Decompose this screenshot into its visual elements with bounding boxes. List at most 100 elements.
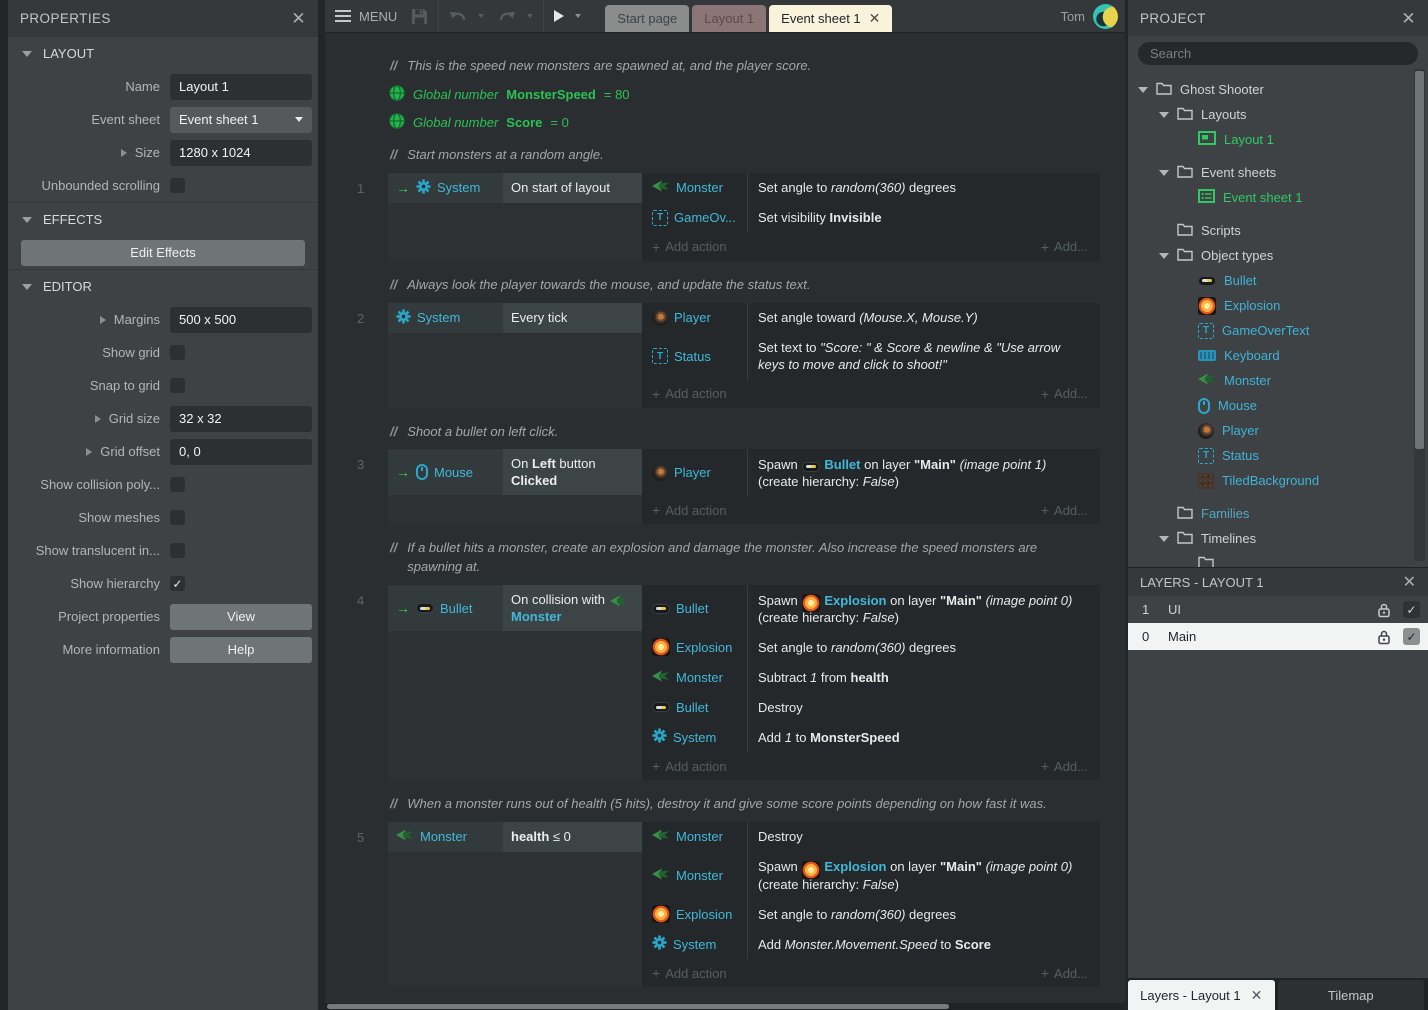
- prop-checkbox-show-meshes[interactable]: [170, 510, 185, 525]
- condition-column[interactable]: →System On start of layout: [388, 173, 642, 261]
- tree-item-gameovertext[interactable]: TGameOverText: [1128, 318, 1428, 343]
- tab-start-page[interactable]: Start page: [605, 5, 689, 32]
- save-button[interactable]: [409, 8, 430, 25]
- add-more-link[interactable]: + Add...: [1041, 502, 1088, 518]
- tree-item-layout-1[interactable]: Layout 1: [1128, 127, 1428, 152]
- tree-item-scripts[interactable]: Scripts: [1128, 218, 1428, 243]
- tree-item-timelines[interactable]: Timelines: [1128, 526, 1428, 551]
- prop-input-name[interactable]: Layout 1: [170, 74, 312, 100]
- menu-button[interactable]: MENU: [333, 9, 399, 24]
- tree-item-families[interactable]: Families: [1128, 501, 1428, 526]
- add-more-link[interactable]: + Add...: [1041, 386, 1088, 402]
- comment-row[interactable]: //Always look the player towards the mou…: [390, 276, 1095, 295]
- edit-effects-button[interactable]: Edit Effects: [21, 240, 305, 266]
- search-input[interactable]: Search: [1138, 42, 1418, 65]
- tree-item-event-sheets[interactable]: Event sheets: [1128, 160, 1428, 185]
- action-row[interactable]: TGameOv...Set visibility Invisible: [642, 203, 1100, 233]
- lock-icon[interactable]: [1377, 629, 1395, 645]
- tree-item-bullet[interactable]: Bullet: [1128, 268, 1428, 293]
- tree-item-mouse[interactable]: Mouse: [1128, 393, 1428, 418]
- expander-icon[interactable]: [1159, 112, 1169, 118]
- action-row[interactable]: PlayerSpawn Bullet on layer "Main" (imag…: [642, 449, 1100, 496]
- condition-column[interactable]: →Mouse On Left button Clicked: [388, 449, 642, 524]
- comment-row[interactable]: //This is the speed new monsters are spa…: [390, 57, 1095, 76]
- action-row[interactable]: ExplosionSet angle to random(360) degree…: [642, 632, 1100, 662]
- redo-button[interactable]: [496, 10, 535, 23]
- tree-item-event-sheet-1[interactable]: Event sheet 1: [1128, 185, 1428, 210]
- section-header-editor[interactable]: EDITOR: [8, 269, 318, 303]
- prop-checkbox-snap-to-grid[interactable]: [170, 378, 185, 393]
- comment-row[interactable]: //Shoot a bullet on left click.: [390, 423, 1095, 442]
- expander-icon[interactable]: [1159, 170, 1169, 176]
- add-action-link[interactable]: + Add action: [652, 239, 727, 255]
- section-header-effects[interactable]: EFFECTS: [8, 202, 318, 236]
- global-variable-score[interactable]: Global numberScore= 0: [389, 113, 1125, 132]
- help-button[interactable]: Help: [170, 637, 312, 663]
- add-action-link[interactable]: + Add action: [652, 758, 727, 774]
- expander-icon[interactable]: [121, 149, 127, 157]
- add-action-link[interactable]: + Add action: [652, 386, 727, 402]
- action-row[interactable]: ExplosionSet angle to random(360) degree…: [642, 899, 1100, 929]
- expander-icon[interactable]: [1159, 536, 1169, 542]
- action-row[interactable]: MonsterSpawn Explosion on layer "Main" (…: [642, 852, 1100, 899]
- tree-item-keyboard[interactable]: Keyboard: [1128, 343, 1428, 368]
- user-avatar[interactable]: [1093, 4, 1118, 29]
- action-row[interactable]: SystemAdd 1 to MonsterSpeed: [642, 722, 1100, 752]
- tab-event-sheet-1[interactable]: Event sheet 1✕: [769, 5, 892, 32]
- tree-item-ghost-shooter[interactable]: Ghost Shooter: [1128, 77, 1428, 102]
- add-action-link[interactable]: + Add action: [652, 965, 727, 981]
- expander-icon[interactable]: [1159, 253, 1169, 259]
- add-more-link[interactable]: + Add...: [1041, 965, 1088, 981]
- close-icon[interactable]: ✕: [291, 10, 306, 27]
- visibility-checkbox[interactable]: ✓: [1403, 628, 1420, 645]
- comment-row[interactable]: //If a bullet hits a monster, create an …: [390, 539, 1095, 577]
- tree-item-player[interactable]: Player: [1128, 418, 1428, 443]
- tree-item-explosion[interactable]: Explosion: [1128, 293, 1428, 318]
- undo-button[interactable]: [447, 10, 486, 23]
- comment-row[interactable]: //When a monster runs out of health (5 h…: [390, 795, 1095, 814]
- tree-item-monster[interactable]: Monster: [1128, 368, 1428, 393]
- condition-column[interactable]: System Every tick: [388, 303, 642, 408]
- prop-checkbox-show-collision-poly[interactable]: [170, 477, 185, 492]
- expander-icon[interactable]: [95, 415, 101, 423]
- prop-input-grid-size[interactable]: 32 x 32: [170, 406, 312, 432]
- user-name[interactable]: Tom: [1060, 9, 1085, 24]
- expander-icon[interactable]: [1138, 87, 1148, 93]
- tree-item-status[interactable]: TStatus: [1128, 443, 1428, 468]
- tab-layout-1[interactable]: Layout 1: [692, 5, 766, 32]
- layer-row-ui[interactable]: 1 UI ✓: [1128, 596, 1428, 623]
- condition-column[interactable]: Monster health ≤ 0: [388, 822, 642, 987]
- prop-input-grid-offset[interactable]: 0, 0: [170, 439, 312, 465]
- lock-icon[interactable]: [1377, 602, 1395, 618]
- panel-tab-layers-layout-1[interactable]: Layers - Layout 1✕: [1128, 980, 1275, 1010]
- expander-icon[interactable]: [100, 316, 106, 324]
- expander-icon[interactable]: [86, 448, 92, 456]
- tree-item-object-types[interactable]: Object types: [1128, 243, 1428, 268]
- project-scrollbar[interactable]: [1414, 69, 1425, 561]
- close-icon[interactable]: ✕: [1401, 10, 1416, 27]
- action-row[interactable]: MonsterSet angle to random(360) degrees: [642, 173, 1100, 203]
- action-row[interactable]: PlayerSet angle toward (Mouse.X, Mouse.Y…: [642, 303, 1100, 333]
- global-variable-monsterspeed[interactable]: Global numberMonsterSpeed= 80: [389, 85, 1125, 104]
- view-button[interactable]: View: [170, 604, 312, 630]
- action-row[interactable]: BulletDestroy: [642, 692, 1100, 722]
- add-action-link[interactable]: + Add action: [652, 502, 727, 518]
- horizontal-scrollbar[interactable]: [325, 1003, 1125, 1010]
- prop-checkbox-show-grid[interactable]: [170, 345, 185, 360]
- tree-item-item[interactable]: [1128, 551, 1428, 567]
- action-row[interactable]: MonsterDestroy: [642, 822, 1100, 852]
- action-row[interactable]: TStatusSet text to "Score: " & Score & n…: [642, 333, 1100, 380]
- preview-button[interactable]: [552, 10, 583, 22]
- comment-row[interactable]: //Start monsters at a random angle.: [390, 146, 1095, 165]
- action-row[interactable]: MonsterSubtract 1 from health: [642, 662, 1100, 692]
- condition-column[interactable]: →Bullet On collision with Monster: [388, 585, 642, 780]
- add-more-link[interactable]: + Add...: [1041, 239, 1088, 255]
- prop-input-margins[interactable]: 500 x 500: [170, 307, 312, 333]
- close-icon[interactable]: ✕: [1251, 987, 1263, 1004]
- scrollbar-thumb[interactable]: [327, 1004, 949, 1009]
- section-header-layout[interactable]: LAYOUT: [8, 36, 318, 70]
- prop-checkbox-unbounded-scrolling[interactable]: [170, 178, 185, 193]
- prop-input-size[interactable]: 1280 x 1024: [170, 140, 312, 166]
- action-row[interactable]: BulletSpawn Explosion on layer "Main" (i…: [642, 585, 1100, 632]
- prop-checkbox-show-hierarchy[interactable]: ✓: [170, 576, 185, 591]
